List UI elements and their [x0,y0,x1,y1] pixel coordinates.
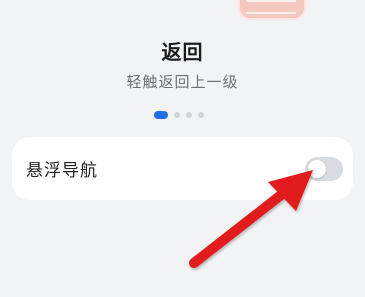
toggle-knob [308,160,326,178]
page-subtitle: 轻触返回上一级 [126,73,239,91]
page-dot-2[interactable] [174,112,180,118]
floating-nav-setting-row[interactable]: 悬浮导航 [12,137,353,200]
gesture-illustration [238,0,306,20]
floating-nav-toggle[interactable] [305,157,343,181]
floating-nav-label: 悬浮导航 [26,161,98,181]
page-dot-4[interactable] [198,112,204,118]
page-dot-1[interactable] [154,111,168,119]
page-title: 返回 [161,40,204,64]
page-dot-3[interactable] [186,112,192,118]
page-indicator[interactable] [154,111,214,119]
